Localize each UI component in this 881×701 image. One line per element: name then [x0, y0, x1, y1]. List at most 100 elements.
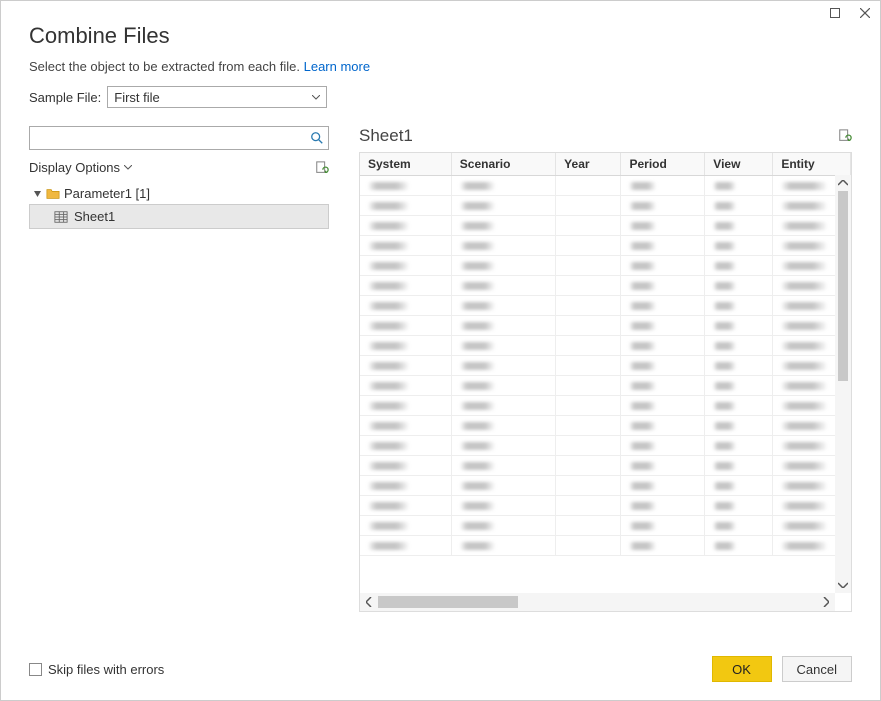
ok-button[interactable]: OK — [712, 656, 772, 682]
table-row — [360, 456, 851, 476]
chevron-right-icon — [823, 597, 829, 607]
maximize-icon — [830, 8, 840, 18]
table-cell — [705, 336, 773, 356]
sample-file-select[interactable]: First file — [107, 86, 327, 108]
table-cell — [451, 196, 555, 216]
table-cell — [621, 456, 705, 476]
column-header[interactable]: View — [705, 153, 773, 176]
table-cell — [621, 436, 705, 456]
tree-parent-node[interactable]: Parameter1 [1] — [29, 183, 329, 204]
table-cell — [451, 176, 555, 196]
column-header[interactable]: Scenario — [451, 153, 555, 176]
table-cell — [360, 436, 451, 456]
table-row — [360, 256, 851, 276]
table-icon — [54, 210, 68, 224]
dialog-subtitle: Select the object to be extracted from e… — [29, 59, 852, 74]
learn-more-link[interactable]: Learn more — [304, 59, 370, 74]
preview-table: SystemScenarioYearPeriodViewEntity — [360, 153, 851, 556]
horizontal-scrollbar[interactable] — [360, 593, 835, 611]
table-cell — [451, 276, 555, 296]
table-cell — [556, 296, 621, 316]
table-cell — [451, 456, 555, 476]
table-cell — [705, 416, 773, 436]
table-cell — [705, 376, 773, 396]
table-row — [360, 356, 851, 376]
table-cell — [360, 496, 451, 516]
table-cell — [451, 476, 555, 496]
maximize-button[interactable] — [820, 1, 850, 25]
close-button[interactable] — [850, 1, 880, 25]
column-header[interactable]: Period — [621, 153, 705, 176]
table-cell — [621, 356, 705, 376]
scroll-up-button[interactable] — [835, 175, 851, 191]
table-cell — [621, 536, 705, 556]
table-row — [360, 336, 851, 356]
column-header[interactable]: System — [360, 153, 451, 176]
scroll-right-button[interactable] — [817, 593, 835, 611]
display-options-dropdown[interactable]: Display Options — [29, 160, 132, 175]
preview-title: Sheet1 — [359, 126, 413, 146]
table-cell — [556, 516, 621, 536]
table-cell — [556, 436, 621, 456]
scroll-down-button[interactable] — [835, 577, 851, 593]
table-row — [360, 196, 851, 216]
column-header[interactable]: Entity — [773, 153, 851, 176]
search-icon — [310, 131, 324, 145]
collapse-icon — [33, 189, 42, 198]
table-cell — [705, 316, 773, 336]
table-row — [360, 516, 851, 536]
table-cell — [360, 416, 451, 436]
table-cell — [705, 476, 773, 496]
refresh-icon[interactable] — [315, 161, 329, 175]
table-cell — [705, 536, 773, 556]
table-cell — [556, 536, 621, 556]
table-cell — [360, 336, 451, 356]
column-header[interactable]: Year — [556, 153, 621, 176]
table-cell — [705, 276, 773, 296]
table-cell — [621, 296, 705, 316]
table-cell — [556, 416, 621, 436]
table-cell — [556, 336, 621, 356]
table-cell — [705, 256, 773, 276]
table-cell — [556, 356, 621, 376]
table-cell — [360, 296, 451, 316]
table-cell — [360, 316, 451, 336]
table-cell — [705, 296, 773, 316]
table-cell — [556, 196, 621, 216]
skip-errors-label: Skip files with errors — [48, 662, 164, 677]
horizontal-scroll-thumb[interactable] — [378, 596, 518, 608]
chevron-down-icon — [312, 95, 320, 100]
table-cell — [621, 256, 705, 276]
table-cell — [705, 396, 773, 416]
table-cell — [451, 256, 555, 276]
table-cell — [705, 216, 773, 236]
table-cell — [451, 516, 555, 536]
tree-child-node[interactable]: Sheet1 — [29, 204, 329, 229]
table-cell — [556, 276, 621, 296]
table-cell — [451, 496, 555, 516]
table-cell — [621, 396, 705, 416]
cancel-button[interactable]: Cancel — [782, 656, 852, 682]
table-cell — [360, 236, 451, 256]
vertical-scroll-thumb[interactable] — [838, 191, 848, 381]
table-cell — [705, 176, 773, 196]
folder-icon — [46, 187, 60, 201]
table-cell — [451, 316, 555, 336]
table-cell — [556, 236, 621, 256]
table-cell — [556, 376, 621, 396]
table-cell — [451, 296, 555, 316]
table-cell — [621, 376, 705, 396]
skip-errors-checkbox[interactable]: Skip files with errors — [29, 662, 164, 677]
table-cell — [360, 196, 451, 216]
table-cell — [556, 316, 621, 336]
scroll-left-button[interactable] — [360, 593, 378, 611]
tree-parent-label: Parameter1 [1] — [64, 186, 150, 201]
table-cell — [360, 536, 451, 556]
table-cell — [556, 476, 621, 496]
refresh-icon[interactable] — [838, 129, 852, 143]
search-input-container[interactable] — [29, 126, 329, 150]
table-cell — [556, 496, 621, 516]
close-icon — [860, 8, 870, 18]
vertical-scrollbar[interactable] — [835, 175, 851, 593]
search-input[interactable] — [36, 128, 310, 148]
